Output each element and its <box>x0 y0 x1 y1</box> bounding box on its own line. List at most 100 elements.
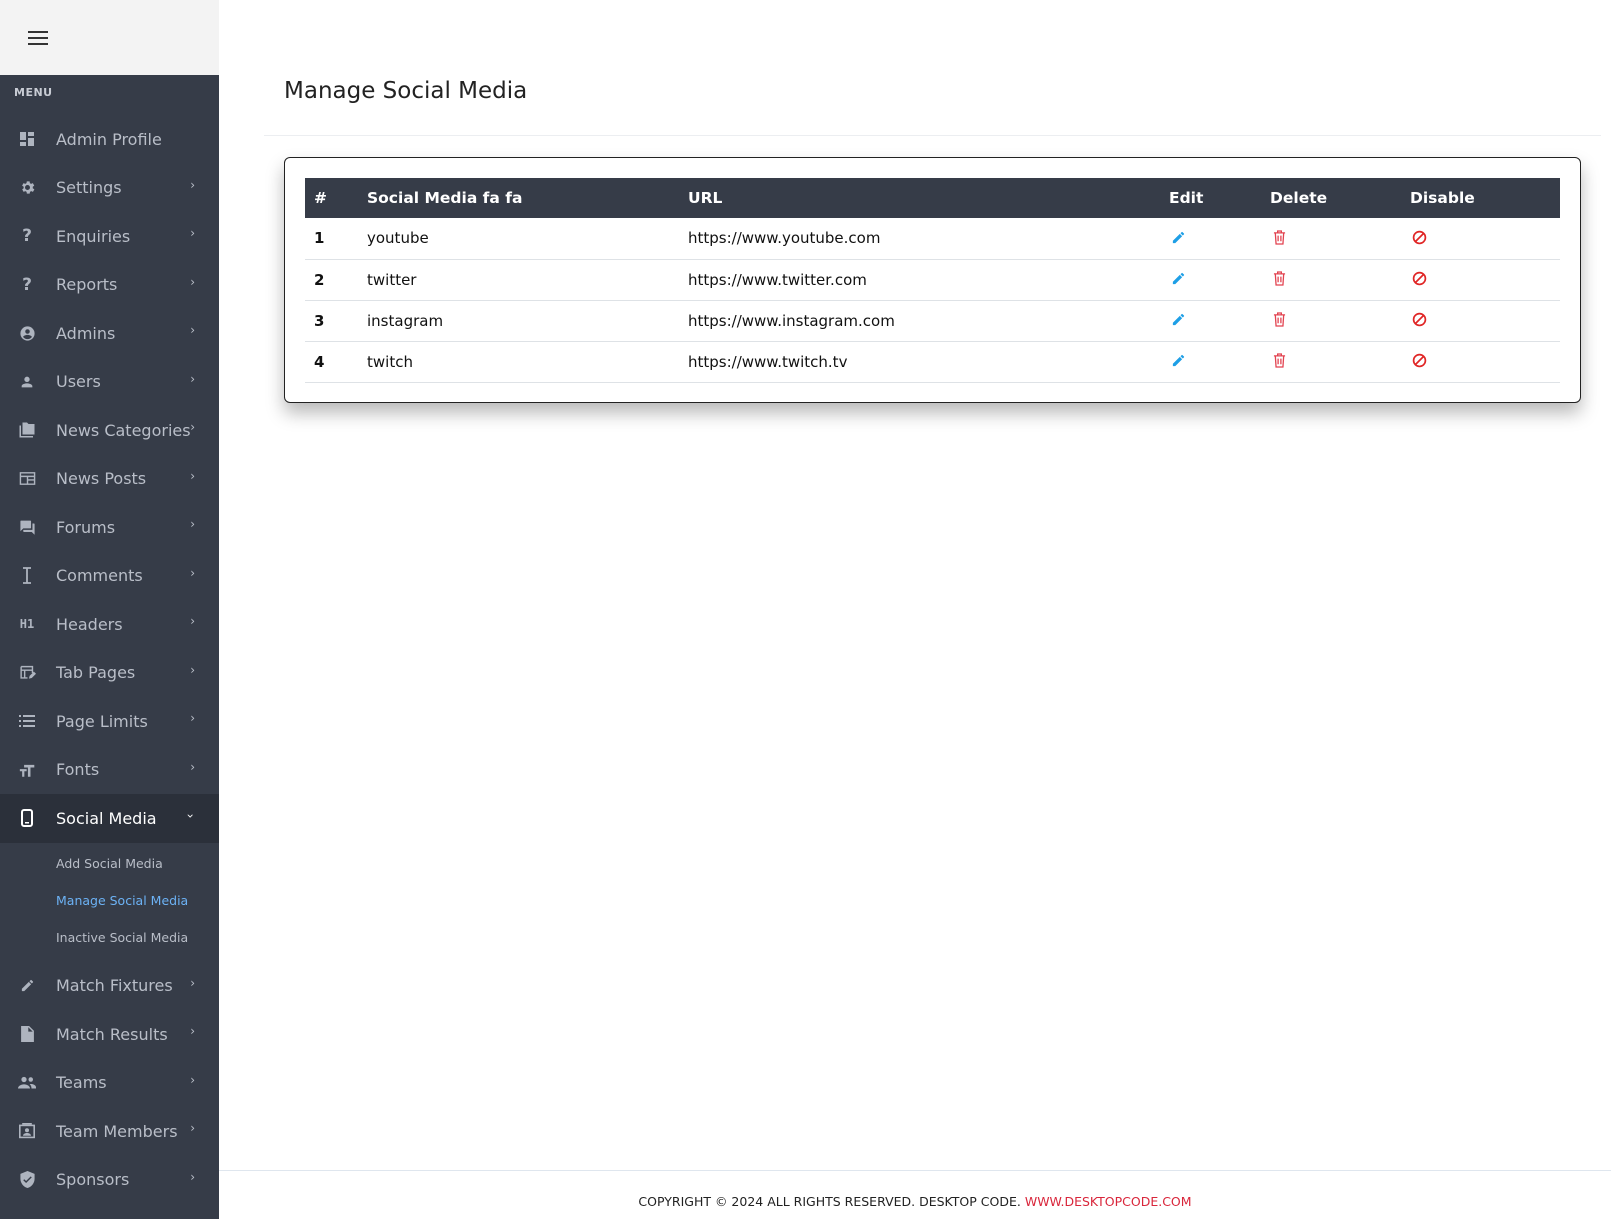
sidebar-item-admins[interactable]: Admins › <box>0 309 219 358</box>
table-row: 1 youtube https://www.youtube.com <box>305 218 1560 259</box>
disable-ban-icon[interactable] <box>1410 269 1428 287</box>
social-media-name: twitch <box>367 352 413 371</box>
sidebar-item-label: Match Results <box>56 1024 168 1044</box>
chevron-right-icon: › <box>190 517 195 531</box>
delete-cell <box>1261 341 1401 382</box>
chevron-right-icon: › <box>190 1121 195 1135</box>
forum-icon <box>17 519 37 536</box>
chevron-right-icon: › <box>190 274 195 289</box>
column-header-delete: Delete <box>1270 189 1328 207</box>
disable-ban-icon[interactable] <box>1410 310 1428 328</box>
person-icon <box>17 374 37 390</box>
chevron-right-icon: › <box>190 371 195 386</box>
dashboard-icon <box>17 131 37 147</box>
edit-pencil-icon[interactable] <box>1169 228 1187 246</box>
sidebar-item-match-results[interactable]: Match Results › <box>0 1010 219 1059</box>
edit-cell <box>1160 259 1261 300</box>
submenu-add-social-media[interactable]: Add Social Media <box>0 845 219 882</box>
chevron-right-icon: › <box>190 711 195 725</box>
table-row: 4 twitch https://www.twitch.tv <box>305 341 1560 382</box>
phone-icon <box>17 809 37 828</box>
column-header-social-media: Social Media fa fa <box>367 189 523 207</box>
edit-pencil-icon[interactable] <box>1169 351 1187 369</box>
sidebar-item-headers[interactable]: H1 Headers › <box>0 600 219 649</box>
sidebar-item-news-posts[interactable]: News Posts › <box>0 455 219 504</box>
pencil-icon <box>17 978 37 993</box>
h1-icon: H1 <box>19 617 35 632</box>
sidebar-item-users[interactable]: Users › <box>0 358 219 407</box>
delete-trash-icon[interactable] <box>1270 310 1288 328</box>
sidebar-item-label: Tab Pages <box>56 663 136 683</box>
sidebar-item-tab-pages[interactable]: Tab Pages › <box>0 649 219 698</box>
contact-frame-icon <box>17 1123 37 1139</box>
disable-ban-icon[interactable] <box>1410 228 1428 246</box>
sidebar-item-label: Forums <box>56 517 116 537</box>
sidebar-item-team-members[interactable]: Team Members › <box>0 1107 219 1156</box>
newspaper-icon <box>17 471 37 486</box>
sidebar-header <box>0 0 219 75</box>
submenu-manage-social-media[interactable]: Manage Social Media <box>0 882 219 919</box>
footer-link[interactable]: WWW.DESKTOPCODE.COM <box>1025 1194 1192 1209</box>
chevron-right-icon: › <box>190 614 195 628</box>
sidebar-item-enquiries[interactable]: ? Enquiries › <box>0 212 219 261</box>
page-title: Manage Social Media <box>284 78 528 104</box>
chevron-right-icon: › <box>190 1024 195 1038</box>
chevron-down-icon: › <box>183 813 198 819</box>
social-media-url: https://www.twitch.tv <box>688 352 848 371</box>
sidebar-item-settings[interactable]: Settings › <box>0 164 219 213</box>
footer-copyright: COPYRIGHT © 2024 ALL RIGHTS RESERVED. DE… <box>638 1194 1021 1209</box>
social-media-url: https://www.instagram.com <box>688 311 895 330</box>
edit-cell <box>1160 218 1261 259</box>
delete-cell <box>1261 259 1401 300</box>
chevron-right-icon: › <box>190 468 195 483</box>
delete-cell <box>1261 300 1401 341</box>
sidebar-item-match-fixtures[interactable]: Match Fixtures › <box>0 962 219 1011</box>
submenu-inactive-social-media[interactable]: Inactive Social Media <box>0 919 219 956</box>
social-media-table-card: # Social Media fa fa URL Edit Delete Dis… <box>284 157 1581 403</box>
delete-trash-icon[interactable] <box>1270 269 1288 287</box>
sidebar-item-reports[interactable]: ? Reports › <box>0 261 219 310</box>
edit-pencil-icon[interactable] <box>1169 269 1187 287</box>
delete-trash-icon[interactable] <box>1270 228 1288 246</box>
delete-trash-icon[interactable] <box>1270 351 1288 369</box>
text-cursor-icon <box>17 567 37 585</box>
sidebar-item-page-limits[interactable]: Page Limits › <box>0 697 219 746</box>
group-icon <box>17 1076 37 1089</box>
sidebar-item-comments[interactable]: Comments › <box>0 552 219 601</box>
sidebar-item-label: Reports <box>56 275 118 295</box>
social-media-name: instagram <box>367 311 444 330</box>
sidebar-item-forums[interactable]: Forums › <box>0 503 219 552</box>
sidebar-item-social-media[interactable]: Social Media › <box>0 794 219 843</box>
column-header-disable: Disable <box>1410 189 1475 207</box>
list-icon <box>17 714 37 728</box>
chevron-right-icon: › <box>190 177 195 192</box>
chevron-right-icon: › <box>190 565 195 580</box>
row-number: 3 <box>314 311 325 330</box>
row-number: 1 <box>314 229 325 248</box>
sidebar-item-news-categories[interactable]: News Categories › <box>0 406 219 455</box>
sidebar-item-sponsors[interactable]: Sponsors › <box>0 1156 219 1205</box>
social-media-submenu: Add Social Media Manage Social Media Ina… <box>0 842 219 962</box>
chevron-right-icon: › <box>190 1169 195 1184</box>
hamburger-menu-icon[interactable] <box>28 30 48 45</box>
sidebar: MENU Admin Profile Settings › ? Enquirie… <box>0 0 219 1219</box>
folder-icon <box>17 422 37 438</box>
document-icon <box>17 1026 37 1043</box>
chevron-right-icon: › <box>190 975 195 990</box>
social-media-name: twitter <box>367 270 417 289</box>
tab-page-icon <box>17 665 37 681</box>
sidebar-item-fonts[interactable]: Fonts › <box>0 746 219 795</box>
divider <box>264 135 1601 136</box>
disable-ban-icon[interactable] <box>1410 351 1428 369</box>
sidebar-item-admin-profile[interactable]: Admin Profile <box>0 115 219 164</box>
sidebar-item-teams[interactable]: Teams › <box>0 1059 219 1108</box>
table-row: 3 instagram https://www.instagram.com <box>305 300 1560 341</box>
footer: COPYRIGHT © 2024 ALL RIGHTS RESERVED. DE… <box>219 1194 1611 1209</box>
main-content: Manage Social Media # Social Media fa fa… <box>219 0 1611 1219</box>
edit-pencil-icon[interactable] <box>1169 310 1187 328</box>
sidebar-item-label: News Posts <box>56 469 147 489</box>
sidebar-item-label: Comments <box>56 566 143 586</box>
sidebar-item-label: Fonts <box>56 760 100 780</box>
sidebar-item-label: Admin Profile <box>56 129 162 149</box>
sidebar-item-label: Enquiries <box>56 226 131 246</box>
